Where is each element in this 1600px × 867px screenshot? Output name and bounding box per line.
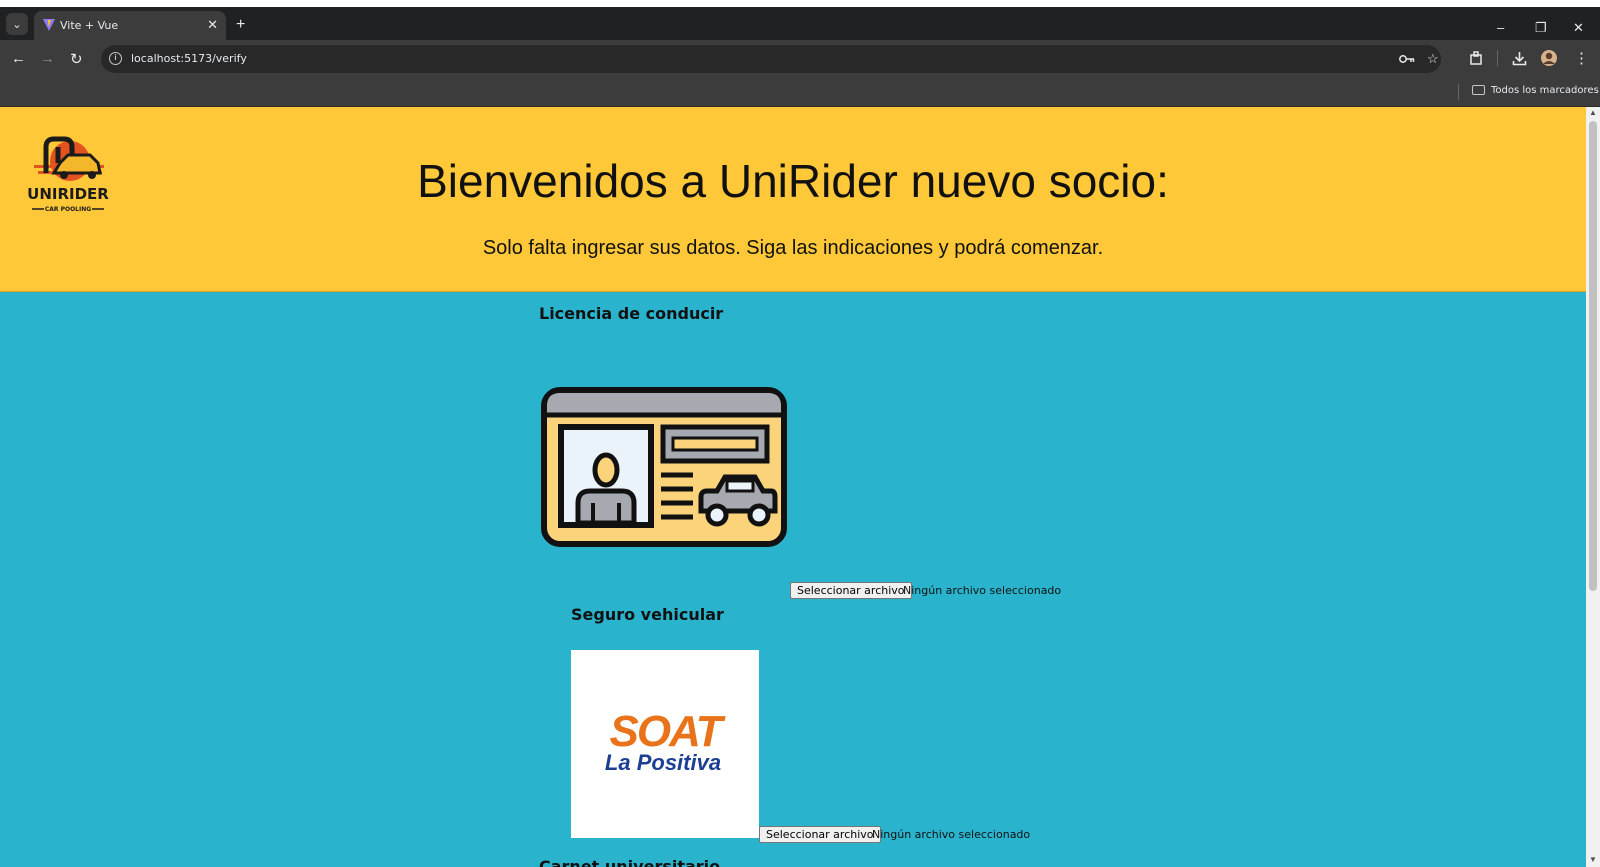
- license-section-title: Licencia de conducir: [539, 304, 724, 323]
- extensions-icon[interactable]: [1469, 51, 1484, 66]
- menu-kebab-icon[interactable]: ⋮: [1574, 49, 1589, 67]
- bookmarks-separator: [1458, 84, 1459, 100]
- back-icon[interactable]: ←: [11, 50, 26, 67]
- page-title: Bienvenidos a UniRider nuevo socio:: [417, 155, 1169, 207]
- site-info-icon[interactable]: i: [109, 52, 122, 65]
- window-top-edge: [0, 0, 1600, 7]
- driver-license-card-icon: [541, 387, 787, 547]
- tab-search-chevron-icon[interactable]: ⌄: [6, 13, 28, 35]
- tab-close-icon[interactable]: ✕: [207, 17, 218, 33]
- restore-icon[interactable]: ❐: [1535, 20, 1547, 36]
- soat-logo-image: SOAT La Positiva: [571, 650, 759, 838]
- scroll-up-arrow-icon[interactable]: ▲: [1589, 108, 1597, 117]
- scroll-down-arrow-icon[interactable]: ▼: [1589, 855, 1597, 864]
- forward-icon[interactable]: →: [40, 50, 55, 67]
- window-close-icon[interactable]: ✕: [1573, 20, 1584, 36]
- bookmarks-bar: Todos los marcadores: [0, 78, 1600, 107]
- page-subtitle: Solo falta ingresar sus datos. Siga las …: [482, 237, 1104, 259]
- la-positiva-wordmark: La Positiva: [605, 750, 721, 775]
- license-file-status: Ningún archivo seleccionado: [903, 584, 1062, 597]
- insurance-section-title: Seguro vehicular: [571, 605, 724, 624]
- license-file-button[interactable]: Seleccionar archivo: [790, 582, 912, 599]
- address-bar[interactable]: i localhost:5173/verify ☆: [101, 45, 1441, 73]
- folder-icon[interactable]: [1472, 85, 1485, 95]
- toolbar-separator: [1497, 50, 1498, 66]
- browser-toolbar: ← → ↻ i localhost:5173/verify ☆ ⋮: [0, 40, 1600, 78]
- page-viewport: UNIRIDER CAR POOLING Bienvenidos a UniRi…: [0, 107, 1586, 867]
- minimize-icon[interactable]: –: [1497, 20, 1504, 35]
- new-tab-button[interactable]: +: [236, 17, 245, 33]
- all-bookmarks-link[interactable]: Todos los marcadores: [1491, 85, 1599, 96]
- reload-icon[interactable]: ↻: [70, 50, 83, 68]
- bookmark-star-icon[interactable]: ☆: [1427, 51, 1439, 67]
- university-id-section-title: Carnet universitario: [539, 857, 721, 867]
- browser-window: ⌄ Vite + Vue ✕ + – ❐ ✕ ← → ↻ i localhost…: [0, 0, 1600, 867]
- download-icon[interactable]: [1512, 51, 1527, 66]
- vite-favicon-icon: [43, 19, 55, 31]
- scrollbar-thumb[interactable]: [1589, 121, 1597, 591]
- password-key-icon[interactable]: [1399, 53, 1415, 65]
- soat-la-positiva-logo: SOAT La Positiva: [605, 707, 728, 775]
- tab-title: Vite + Vue: [60, 19, 119, 32]
- profile-avatar[interactable]: [1540, 49, 1558, 67]
- page-scrollbar[interactable]: ▲ ▼: [1586, 107, 1600, 867]
- welcome-header: UNIRIDER CAR POOLING Bienvenidos a UniRi…: [0, 107, 1586, 292]
- address-url[interactable]: localhost:5173/verify: [131, 52, 247, 65]
- soat-wordmark: SOAT: [610, 707, 726, 756]
- insurance-file-status: Ningún archivo seleccionado: [872, 828, 1031, 841]
- tab-strip: ⌄ Vite + Vue ✕ + – ❐ ✕: [0, 7, 1600, 40]
- tab-active[interactable]: Vite + Vue ✕: [34, 11, 226, 40]
- insurance-file-button[interactable]: Seleccionar archivo: [759, 826, 881, 843]
